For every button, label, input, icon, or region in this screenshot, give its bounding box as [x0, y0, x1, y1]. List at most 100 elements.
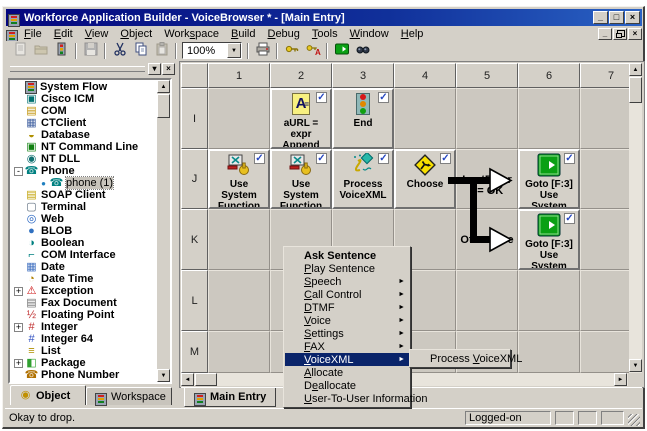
flow-node-goto-f-3-use-system[interactable]: ✓Goto [F:3]UseSystem	[518, 209, 580, 270]
grid-vertical-scrollbar[interactable]: ▲ ▼	[629, 63, 642, 373]
menu-item-settings[interactable]: Settings►	[285, 327, 409, 340]
node-enabled-checkbox[interactable]: ✓	[378, 153, 389, 164]
flow-node-goto-f-3-use-system[interactable]: ✓Goto [F:3]UseSystem	[518, 149, 580, 209]
scroll-right-icon[interactable]: ►	[614, 373, 627, 386]
menu-item-speech[interactable]: Speech►	[285, 275, 409, 288]
find-button[interactable]	[352, 42, 373, 60]
maximize-button[interactable]: □	[609, 11, 624, 24]
zoom-combo[interactable]: 100%▼	[182, 42, 242, 59]
scroll-down-icon[interactable]: ▼	[629, 359, 642, 372]
tree-item-ctclient[interactable]: ▦CTClient	[10, 117, 157, 129]
expand-icon[interactable]: +	[14, 323, 23, 332]
grid-col-header-6[interactable]: 6	[518, 63, 580, 88]
menu-view[interactable]: View	[79, 28, 115, 40]
node-enabled-checkbox[interactable]: ✓	[316, 153, 327, 164]
grid-col-header-4[interactable]: 4	[394, 63, 456, 88]
menu-item-dtmf[interactable]: DTMF►	[285, 301, 409, 314]
key-button[interactable]	[281, 42, 302, 60]
tree-item-date[interactable]: ▦Date	[10, 261, 157, 273]
tree-item-terminal[interactable]: ▢Terminal	[10, 201, 157, 213]
node-enabled-checkbox[interactable]: ✓	[254, 153, 265, 164]
grid-col-header-5[interactable]: 5	[456, 63, 518, 88]
scroll-up-icon[interactable]: ▲	[157, 80, 170, 93]
menu-item-process-voicexml[interactable]: Process VoiceXML	[411, 352, 509, 365]
run-button[interactable]	[331, 42, 352, 60]
menu-item-deallocate[interactable]: Deallocate	[285, 379, 409, 392]
menu-item-play-sentence[interactable]: Play Sentence	[285, 262, 409, 275]
tree-item-com[interactable]: ▤COM	[10, 105, 157, 117]
menu-debug[interactable]: Debug	[261, 28, 305, 40]
menu-window[interactable]: Window	[344, 28, 395, 40]
mdi-minimize-button[interactable]: _	[598, 28, 612, 40]
tree-item-phone-1-[interactable]: ●☎phone (1)	[10, 177, 157, 189]
minimize-button[interactable]: _	[593, 11, 608, 24]
menu-file[interactable]: File	[18, 28, 48, 40]
mdi-restore-button[interactable]	[613, 28, 627, 40]
tree-item-integer-64[interactable]: #Integer 64	[10, 333, 157, 345]
tree-item-database[interactable]: ◒Database	[10, 129, 157, 141]
tree-item-cisco-icm[interactable]: ▣Cisco ICM	[10, 93, 157, 105]
copy-button[interactable]	[130, 42, 151, 60]
grid-row-header-J[interactable]: J	[181, 149, 208, 209]
tab-main-entry[interactable]: Main Entry	[184, 388, 276, 407]
menu-item-user-to-user-information[interactable]: User-To-User Information	[285, 392, 409, 405]
dropdown-arrow-icon[interactable]: ▼	[227, 43, 241, 58]
tree-item-boolean[interactable]: ◑Boolean	[10, 237, 157, 249]
scrollbar-thumb[interactable]	[195, 373, 217, 386]
grid-col-header-1[interactable]: 1	[208, 63, 270, 88]
tree-item-system-flow[interactable]: System Flow	[10, 81, 157, 93]
menu-item-voice[interactable]: Voice►	[285, 314, 409, 327]
tree-item-date-time[interactable]: ◔Date Time	[10, 273, 157, 285]
scrollbar-thumb[interactable]	[157, 94, 170, 118]
resize-grip[interactable]	[628, 414, 640, 426]
grid-col-header-7[interactable]: 7	[580, 63, 629, 88]
menu-item-voicexml[interactable]: VoiceXML►	[285, 353, 409, 366]
tree-item-nt-dll[interactable]: ◉NT DLL	[10, 153, 157, 165]
scroll-left-icon[interactable]: ◄	[181, 373, 194, 386]
menu-item-fax[interactable]: FAX►	[285, 340, 409, 353]
tab-object[interactable]: ◉ Object	[10, 385, 86, 405]
tree-item-fax-document[interactable]: ▤Fax Document	[10, 297, 157, 309]
tree-item-phone[interactable]: -☎Phone	[10, 165, 157, 177]
panel-pin-button[interactable]: ▾	[148, 63, 161, 75]
tree-item-com-interface[interactable]: ⌐COM Interface	[10, 249, 157, 261]
login-key-button[interactable]: A	[302, 42, 323, 60]
flow-node-aurl-expr-append[interactable]: A=✓aURL =exprAppend	[270, 88, 332, 149]
scrollbar-thumb[interactable]	[629, 77, 642, 103]
close-button[interactable]: ×	[625, 11, 640, 24]
tree-scrollbar[interactable]: ▲ ▼	[157, 80, 170, 382]
tree-item-exception[interactable]: +⚠Exception	[10, 285, 157, 297]
grid-row-header-L[interactable]: L	[181, 270, 208, 331]
menu-workspace[interactable]: Workspace	[158, 28, 225, 40]
build-application-button[interactable]	[51, 42, 72, 60]
print-button[interactable]	[252, 42, 273, 60]
grid-row-header-K[interactable]: K	[181, 209, 208, 270]
scroll-up-icon[interactable]: ▲	[629, 63, 642, 76]
node-enabled-checkbox[interactable]: ✓	[564, 213, 575, 224]
tab-workspace[interactable]: Workspace	[86, 387, 172, 405]
flow-node-use-system-function[interactable]: ✓UseSystemFunction	[270, 149, 332, 209]
menu-help[interactable]: Help	[395, 28, 430, 40]
menu-item-ask-sentence[interactable]: Ask Sentence	[285, 249, 409, 262]
grid-col-header-2[interactable]: 2	[270, 63, 332, 88]
tree-item-soap-client[interactable]: ▤SOAP Client	[10, 189, 157, 201]
node-enabled-checkbox[interactable]: ✓	[316, 92, 327, 103]
node-enabled-checkbox[interactable]: ✓	[378, 92, 389, 103]
node-enabled-checkbox[interactable]: ✓	[564, 153, 575, 164]
menu-item-call-control[interactable]: Call Control►	[285, 288, 409, 301]
tree-item-list[interactable]: ≡List	[10, 345, 157, 357]
menu-tools[interactable]: Tools	[306, 28, 344, 40]
flow-node-end[interactable]: ✓End	[332, 88, 394, 149]
grid-col-header-3[interactable]: 3	[332, 63, 394, 88]
tree-item-floating-point[interactable]: ½Floating Point	[10, 309, 157, 321]
menu-edit[interactable]: Edit	[48, 28, 79, 40]
tree-item-package[interactable]: +◧Package	[10, 357, 157, 369]
tree-item-phone-number[interactable]: ☎Phone Number	[10, 369, 157, 381]
tree-item-web[interactable]: ◎Web	[10, 213, 157, 225]
scroll-down-icon[interactable]: ▼	[157, 369, 170, 382]
grid-row-header-I[interactable]: I	[181, 88, 208, 149]
collapse-icon[interactable]: -	[14, 167, 23, 176]
menu-object[interactable]: Object	[114, 28, 158, 40]
flow-node-use-system-function[interactable]: ✓UseSystemFunction	[208, 149, 270, 209]
panel-gripper[interactable]	[10, 66, 145, 72]
